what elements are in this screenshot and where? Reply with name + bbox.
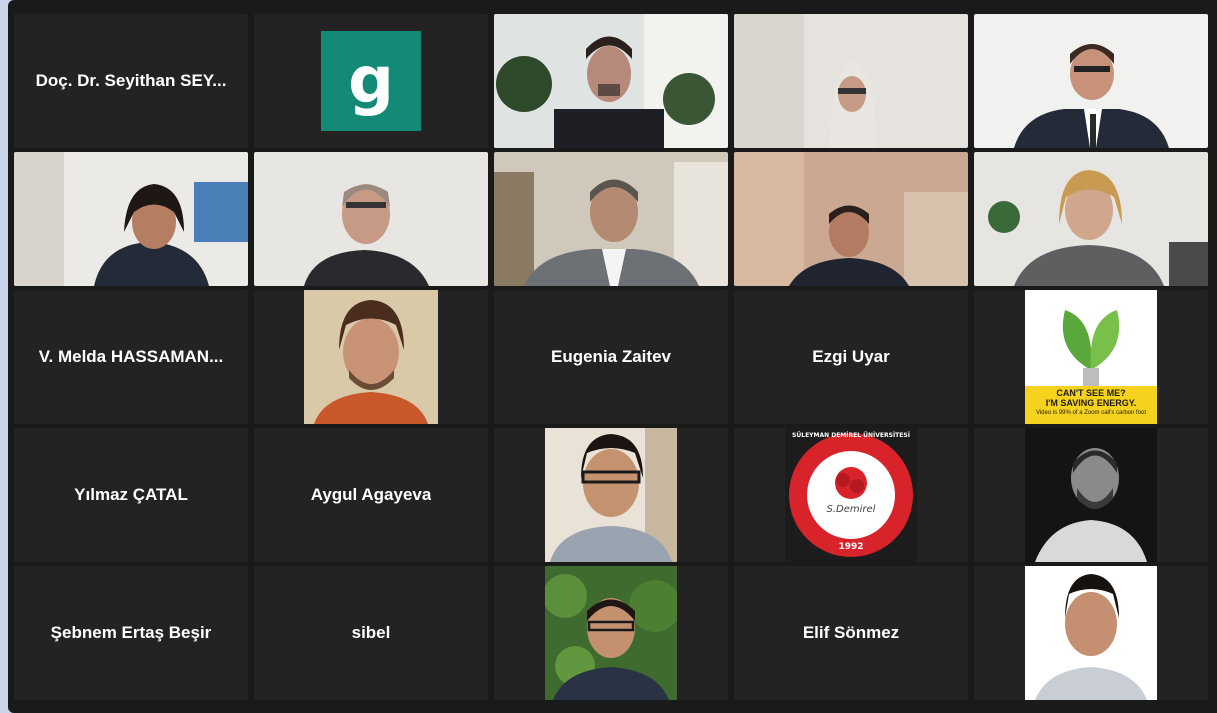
participant-name: Yılmaz ÇATAL xyxy=(74,485,188,504)
participant-tile[interactable]: Elif Sönmez xyxy=(734,566,968,700)
participant-name: Ezgi Uyar xyxy=(812,347,890,366)
participant-name: Eugenia Zaitev xyxy=(551,347,671,366)
participant-name: sibel xyxy=(351,623,391,642)
logo-signature: S.Demirel xyxy=(826,504,876,515)
participant-name: Doç. Dr. Seyithan SEY... xyxy=(35,71,227,90)
participant-tile[interactable] xyxy=(974,428,1208,562)
participant-video xyxy=(494,152,728,286)
participant-tile[interactable] xyxy=(14,152,248,286)
participant-tile[interactable]: Doç. Dr. Seyithan SEY... xyxy=(14,14,248,148)
participant-name: Elif Sönmez xyxy=(802,623,900,642)
participant-tile[interactable] xyxy=(974,566,1208,700)
poster-text: CAN'T SEE ME? I'M SAVING ENERGY. Video i… xyxy=(1025,388,1157,418)
university-logo: SÜLEYMAN DEMİREL ÜNİVERSİTESİ S.Demirel … xyxy=(785,428,917,562)
participant-tile[interactable] xyxy=(494,428,728,562)
participant-tile[interactable] xyxy=(254,290,488,424)
participant-video xyxy=(494,14,728,148)
participant-tile[interactable] xyxy=(254,152,488,286)
participant-tile[interactable] xyxy=(494,566,728,700)
participant-video xyxy=(734,152,968,286)
participant-tile[interactable]: V. Melda HASSAMAN... xyxy=(14,290,248,424)
participant-tile[interactable]: Ezgi Uyar xyxy=(734,290,968,424)
meeting-window: Doç. Dr. Seyithan SEY... g V. Melda HASS… xyxy=(8,0,1217,713)
participant-name: V. Melda HASSAMAN... xyxy=(38,347,224,366)
participant-photo: CAN'T SEE ME? I'M SAVING ENERGY. Video i… xyxy=(1025,290,1157,424)
poster-line: Video is 99% of a Zoom call's carbon foo… xyxy=(1035,410,1147,416)
participant-photo xyxy=(545,428,677,562)
participant-tile[interactable]: Eugenia Zaitev xyxy=(494,290,728,424)
participant-video xyxy=(254,152,488,286)
participant-avatar: g xyxy=(321,31,421,131)
logo-ring-text: SÜLEYMAN DEMİREL ÜNİVERSİTESİ xyxy=(792,432,910,439)
participant-tile[interactable]: g xyxy=(254,14,488,148)
participant-tile[interactable]: SÜLEYMAN DEMİREL ÜNİVERSİTESİ S.Demirel … xyxy=(734,428,968,562)
participant-photo xyxy=(1025,428,1157,562)
participant-tile-active-speaker[interactable] xyxy=(494,14,728,148)
participant-photo xyxy=(545,566,677,700)
participant-tile[interactable]: Yılmaz ÇATAL xyxy=(14,428,248,562)
participant-tile[interactable] xyxy=(974,14,1208,148)
poster-line: I'M SAVING ENERGY. xyxy=(1045,398,1137,408)
participant-tile[interactable] xyxy=(734,14,968,148)
participant-video xyxy=(14,152,248,286)
participant-tile[interactable] xyxy=(974,152,1208,286)
participant-video xyxy=(974,152,1208,286)
participant-video xyxy=(974,14,1208,148)
participant-name: Şebnem Ertaş Beşir xyxy=(50,623,212,642)
poster-line: CAN'T SEE ME? xyxy=(1056,388,1126,398)
participant-video xyxy=(734,14,968,148)
participant-photo xyxy=(304,290,438,424)
participant-tile[interactable]: sibel xyxy=(254,566,488,700)
logo-year: 1992 xyxy=(838,542,864,552)
participant-photo xyxy=(1025,566,1157,700)
participant-tile[interactable] xyxy=(494,152,728,286)
participant-tile[interactable]: Aygul Agayeva xyxy=(254,428,488,562)
participant-tile[interactable]: CAN'T SEE ME? I'M SAVING ENERGY. Video i… xyxy=(974,290,1208,424)
participant-tile[interactable] xyxy=(734,152,968,286)
participant-tile[interactable]: Şebnem Ertaş Beşir xyxy=(14,566,248,700)
participant-grid: Doç. Dr. Seyithan SEY... g V. Melda HASS… xyxy=(14,14,1208,700)
participant-name: Aygul Agayeva xyxy=(310,485,432,504)
